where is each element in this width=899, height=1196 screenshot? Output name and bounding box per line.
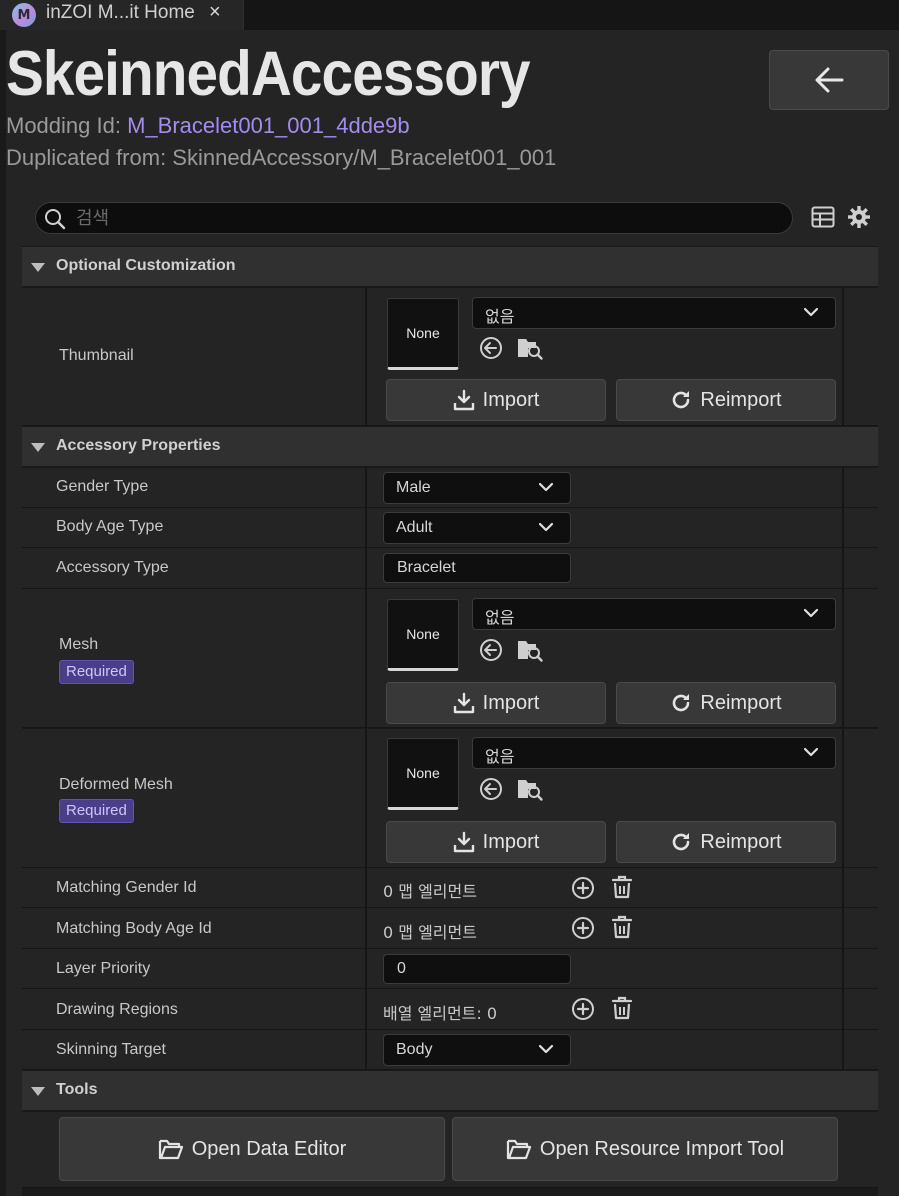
modding-id-value: M_Bracelet001_001_4dde9b xyxy=(127,113,410,138)
skinning-target-dropdown[interactable]: Body xyxy=(383,1034,571,1066)
deformed-mesh-reimport-button[interactable]: Reimport xyxy=(616,821,836,863)
search-icon xyxy=(45,209,66,230)
download-icon xyxy=(453,692,474,714)
plus-circle-icon[interactable] xyxy=(571,876,595,900)
row-skinning-target: Skinning Target Body xyxy=(22,1030,878,1070)
folder-open-icon xyxy=(506,1139,531,1160)
table-icon[interactable] xyxy=(811,206,835,228)
section-tools[interactable]: Tools xyxy=(22,1071,878,1111)
chevron-down-icon xyxy=(803,608,819,618)
chevron-down-icon xyxy=(538,482,554,492)
row-accessory-type: Accessory Type Bracelet xyxy=(22,548,878,589)
row-mesh: Mesh Required None 없음 Import Reimport xyxy=(22,589,878,728)
expand-triangle-icon xyxy=(31,263,45,272)
trash-icon[interactable] xyxy=(611,915,633,939)
folder-search-icon[interactable] xyxy=(516,335,544,361)
tab-title: inZOI M...it Home xyxy=(46,2,195,23)
open-data-editor-button[interactable]: Open Data Editor xyxy=(59,1117,445,1181)
row-tools: Open Data Editor Open Resource Import To… xyxy=(22,1112,878,1188)
trash-icon[interactable] xyxy=(611,996,633,1020)
app-logo-icon: M xyxy=(12,3,36,27)
mesh-preview[interactable]: None xyxy=(387,599,459,671)
search-bar[interactable] xyxy=(35,202,793,234)
row-layer-priority: Layer Priority 0 xyxy=(22,949,878,989)
arrow-circle-left-icon[interactable] xyxy=(479,777,503,801)
mesh-reimport-button[interactable]: Reimport xyxy=(616,682,836,724)
section-accessory-properties[interactable]: Accessory Properties xyxy=(22,427,878,467)
tab-modkit-home[interactable]: M inZOI M...it Home × xyxy=(0,0,244,30)
refresh-icon xyxy=(673,833,690,851)
arrow-circle-left-icon[interactable] xyxy=(479,638,503,662)
arrow-left-icon xyxy=(815,67,844,93)
required-badge: Required xyxy=(59,799,134,823)
duplicated-from: Duplicated from: SkinnedAccessory/M_Brac… xyxy=(6,145,557,170)
arrow-circle-left-icon[interactable] xyxy=(479,336,503,360)
trash-icon[interactable] xyxy=(611,875,633,899)
import-button[interactable]: Import xyxy=(386,379,606,421)
download-icon xyxy=(453,831,474,853)
refresh-icon xyxy=(673,694,690,712)
refresh-icon xyxy=(673,391,690,409)
chevron-down-icon xyxy=(538,522,554,532)
deformed-mesh-import-button[interactable]: Import xyxy=(386,821,606,863)
deformed-mesh-preview[interactable]: None xyxy=(387,738,459,810)
modding-id: Modding Id: M_Bracelet001_001_4dde9b xyxy=(6,113,410,138)
gender-type-dropdown[interactable]: Male xyxy=(383,472,571,504)
asset-dropdown[interactable]: 없음 xyxy=(472,297,836,329)
mesh-asset-dropdown[interactable]: 없음 xyxy=(472,598,836,630)
body-age-type-dropdown[interactable]: Adult xyxy=(383,512,571,544)
page-title: SkeinnedAccessory xyxy=(6,39,531,109)
folder-search-icon[interactable] xyxy=(516,637,544,663)
thumbnail-preview[interactable]: None xyxy=(387,298,459,370)
row-body-age-type: Body Age Type Adult xyxy=(22,508,878,548)
deformed-mesh-asset-dropdown[interactable]: 없음 xyxy=(472,737,836,769)
chevron-down-icon xyxy=(803,747,819,757)
folder-open-icon xyxy=(158,1139,183,1160)
row-gender-type: Gender Type Male xyxy=(22,468,878,508)
tab-strip: M inZOI M...it Home × xyxy=(0,0,899,30)
row-matching-body-age-id: Matching Body Age Id 0 맵 엘리먼트 xyxy=(22,908,878,949)
plus-circle-icon[interactable] xyxy=(571,997,595,1021)
chevron-down-icon xyxy=(538,1044,554,1054)
row-label: Thumbnail xyxy=(59,347,134,364)
open-resource-import-tool-button[interactable]: Open Resource Import Tool xyxy=(452,1117,838,1181)
plus-circle-icon[interactable] xyxy=(571,916,595,940)
download-icon xyxy=(453,389,474,411)
section-optional-customization[interactable]: Optional Customization xyxy=(22,247,878,287)
folder-search-icon[interactable] xyxy=(516,776,544,802)
gear-icon[interactable] xyxy=(847,205,871,229)
reimport-button[interactable]: Reimport xyxy=(616,379,836,421)
expand-triangle-icon xyxy=(31,443,45,452)
chevron-down-icon xyxy=(803,307,819,317)
row-thumbnail: Thumbnail None 없음 Import Reimport xyxy=(22,288,878,426)
row-matching-gender-id: Matching Gender Id 0 맵 엘리먼트 xyxy=(22,868,878,908)
row-drawing-regions: Drawing Regions 배열 엘리먼트: 0 xyxy=(22,989,878,1030)
expand-triangle-icon xyxy=(31,1087,45,1096)
close-icon[interactable]: × xyxy=(209,1,221,24)
layer-priority-field[interactable]: 0 xyxy=(383,954,571,984)
back-button[interactable] xyxy=(769,50,889,110)
search-input[interactable] xyxy=(76,206,776,230)
required-badge: Required xyxy=(59,660,134,684)
mesh-import-button[interactable]: Import xyxy=(386,682,606,724)
row-deformed-mesh: Deformed Mesh Required None 없음 Import Re… xyxy=(22,729,878,868)
accessory-type-field[interactable]: Bracelet xyxy=(383,553,571,583)
